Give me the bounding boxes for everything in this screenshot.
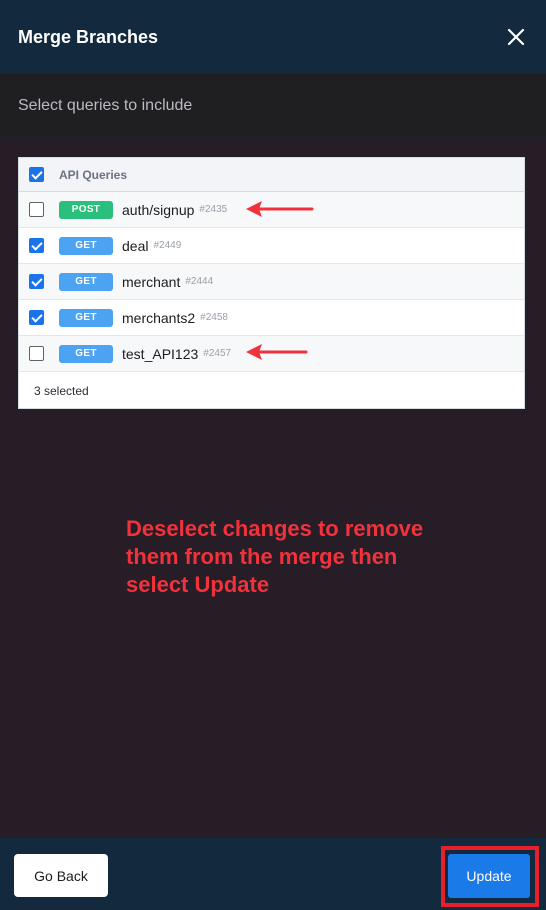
query-checkbox[interactable] xyxy=(29,238,44,253)
annotation-arrow-icon xyxy=(246,344,308,360)
close-icon[interactable] xyxy=(504,25,528,49)
dialog-header: Merge Branches xyxy=(0,0,546,74)
dialog-title: Merge Branches xyxy=(18,26,159,47)
method-badge: GET xyxy=(59,272,113,291)
go-back-button[interactable]: Go Back xyxy=(14,854,108,897)
query-id: #2449 xyxy=(153,240,182,251)
annotation-arrow-icon xyxy=(246,201,314,217)
method-badge: POST xyxy=(59,200,113,219)
method-badge: GET xyxy=(59,236,113,255)
query-row[interactable]: GET merchant #2444 xyxy=(19,264,524,300)
query-list-header-label: API Queries xyxy=(59,167,128,182)
query-row[interactable]: GET merchants2 #2458 xyxy=(19,300,524,336)
query-name: auth/signup xyxy=(122,201,195,218)
query-checkbox[interactable] xyxy=(29,202,44,217)
method-badge: GET xyxy=(59,308,113,327)
method-badge: GET xyxy=(59,344,113,363)
update-button[interactable]: Update xyxy=(448,854,530,898)
query-name: merchants2 xyxy=(122,309,196,326)
instruction-annotation: Deselect changes to remove them from the… xyxy=(126,516,424,597)
query-list-panel: API Queries POST auth/signup #2435 GET d… xyxy=(18,157,525,409)
select-all-checkbox[interactable] xyxy=(29,167,44,182)
query-name: test_API123 xyxy=(122,345,199,362)
dialog-footer: Go Back Update xyxy=(0,838,546,910)
query-list-header: API Queries xyxy=(19,158,524,192)
query-row[interactable]: GET deal #2449 xyxy=(19,228,524,264)
selected-count: 3 selected xyxy=(34,384,89,398)
dialog-subheader: Select queries to include xyxy=(0,74,546,137)
query-name: deal xyxy=(122,237,149,254)
subheader-text: Select queries to include xyxy=(18,96,193,114)
query-checkbox[interactable] xyxy=(29,310,44,325)
query-id: #2457 xyxy=(203,348,232,359)
query-id: #2458 xyxy=(200,312,228,323)
query-name: merchant xyxy=(122,273,181,290)
query-checkbox[interactable] xyxy=(29,274,44,289)
query-id: #2435 xyxy=(199,204,228,215)
query-checkbox[interactable] xyxy=(29,346,44,361)
query-id: #2444 xyxy=(185,276,214,287)
